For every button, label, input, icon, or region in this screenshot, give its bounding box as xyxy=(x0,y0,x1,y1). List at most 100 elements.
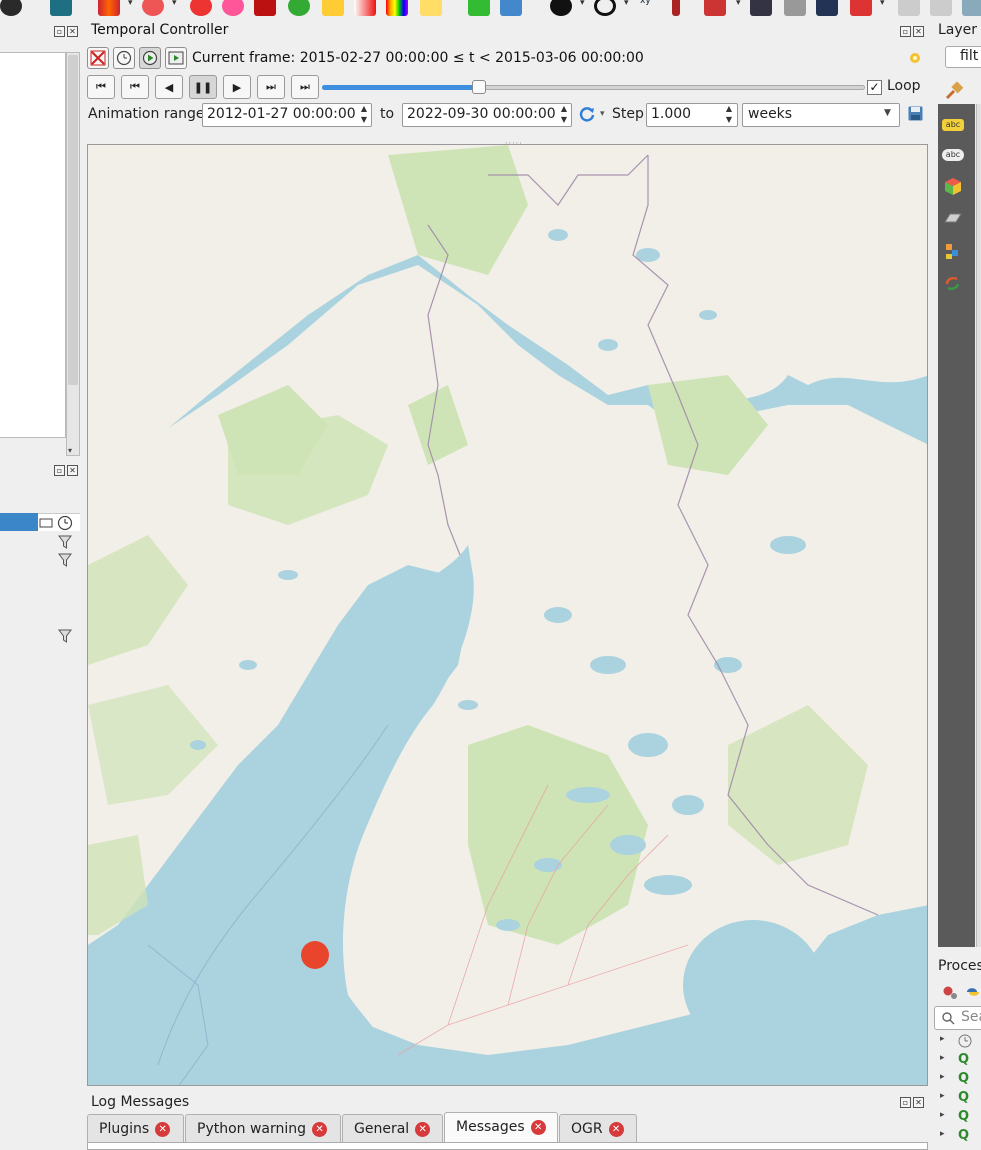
next-frame-button[interactable]: ⏭ xyxy=(257,75,285,99)
play-forward-button[interactable]: ▶ xyxy=(223,75,251,99)
chevron-down-icon[interactable]: ▾ xyxy=(172,0,177,8)
tab-python-warning[interactable]: Python warning ✕ xyxy=(185,1114,341,1142)
shapes-icon[interactable] xyxy=(500,0,522,16)
label-abc-icon[interactable]: abc xyxy=(942,114,964,136)
tab-general[interactable]: General ✕ xyxy=(342,1114,443,1142)
3d-cube-icon[interactable] xyxy=(942,176,964,198)
range-start-spinner[interactable]: ▲ ▼ xyxy=(357,103,371,127)
close-icon[interactable]: ✕ xyxy=(608,1122,624,1137)
scrollbar[interactable] xyxy=(976,104,981,947)
flower-icon[interactable] xyxy=(142,0,164,16)
python-icon[interactable] xyxy=(965,983,981,1001)
chevron-down-icon[interactable]: ▼ xyxy=(884,108,891,118)
float-icon[interactable]: ▫ xyxy=(900,1097,911,1108)
fixed-range-button[interactable] xyxy=(113,47,135,69)
map-canvas[interactable] xyxy=(87,144,928,1086)
paintbrush-icon[interactable] xyxy=(943,80,965,100)
flower-icon[interactable] xyxy=(222,0,244,16)
xy-icon[interactable]: xy xyxy=(640,0,662,16)
flower-icon[interactable] xyxy=(190,0,212,16)
close-icon[interactable]: ✕ xyxy=(155,1122,171,1137)
float-icon[interactable]: ▫ xyxy=(54,465,65,476)
float-icon[interactable]: ▫ xyxy=(900,26,911,37)
rainbow-icon[interactable] xyxy=(386,0,408,16)
close-icon[interactable]: ✕ xyxy=(415,1122,431,1137)
range-end-field[interactable]: 2022-09-30 00:00:00 xyxy=(402,103,572,127)
tree-expander[interactable]: ▸ xyxy=(940,1072,945,1090)
refresh-icon[interactable] xyxy=(578,105,596,123)
bus-icon[interactable] xyxy=(50,0,72,16)
previous-frame-button[interactable]: ⏮ xyxy=(121,75,149,99)
tree-expander[interactable]: ▸ xyxy=(940,1129,945,1147)
tab-plugins[interactable]: Plugins ✕ xyxy=(87,1114,184,1142)
layer-filter-input[interactable]: filt xyxy=(945,46,981,68)
tree-expander[interactable]: ▸ xyxy=(940,1091,945,1109)
float-icon[interactable]: ▫ xyxy=(54,26,65,37)
fast-forward-button[interactable]: ⏭ xyxy=(291,75,319,99)
edit-icon[interactable] xyxy=(930,0,952,16)
selected-layer-row[interactable] xyxy=(0,513,38,531)
save-icon[interactable] xyxy=(908,106,923,121)
chevron-down-icon[interactable]: ▾ xyxy=(736,0,741,8)
tree-expander[interactable]: ▸ xyxy=(940,1053,945,1071)
gradient-icon[interactable] xyxy=(354,0,376,16)
network-icon[interactable] xyxy=(816,0,838,16)
chevron-down-icon[interactable]: ▾ xyxy=(580,0,585,8)
mask-icon[interactable] xyxy=(942,208,964,230)
circle-icon[interactable] xyxy=(550,0,572,16)
label-abc-icon[interactable]: abc xyxy=(942,144,964,166)
scrollbar-thumb[interactable] xyxy=(68,55,78,385)
node-tool-icon[interactable] xyxy=(704,0,726,16)
range-start-field[interactable]: 2012-01-27 00:00:00 xyxy=(202,103,372,127)
filter-icon[interactable] xyxy=(58,629,72,643)
close-icon[interactable]: ✕ xyxy=(530,1120,546,1135)
log-message-area[interactable] xyxy=(87,1142,928,1150)
close-icon[interactable]: ✕ xyxy=(312,1122,328,1137)
globe-icon[interactable] xyxy=(0,0,22,16)
picture-icon[interactable] xyxy=(420,0,442,16)
timeline-slider-handle[interactable] xyxy=(472,80,486,94)
measure-icon[interactable] xyxy=(784,0,806,16)
identify-icon[interactable] xyxy=(850,0,872,16)
diagram-icon[interactable] xyxy=(942,240,964,262)
filter-icon[interactable] xyxy=(58,535,72,549)
gears-icon[interactable] xyxy=(941,983,959,1001)
color-ramp-icon[interactable] xyxy=(98,0,120,16)
close-icon[interactable]: ✕ xyxy=(913,1097,924,1108)
edit-icon[interactable] xyxy=(898,0,920,16)
scroll-down-icon[interactable]: ▾ xyxy=(68,446,72,455)
filter-icon[interactable] xyxy=(58,553,72,567)
layer-tree-panel[interactable] xyxy=(0,52,66,438)
play-backward-button[interactable]: ◀ xyxy=(155,75,183,99)
sun-icon[interactable] xyxy=(907,50,923,66)
chevron-down-icon[interactable]: ▾ xyxy=(600,109,605,119)
rewind-to-start-button[interactable]: ⏮ xyxy=(87,75,115,99)
temporal-clock-icon[interactable] xyxy=(38,514,80,532)
animated-mode-button[interactable] xyxy=(139,47,161,69)
magnifier-icon[interactable] xyxy=(468,0,490,16)
chevron-down-icon[interactable]: ▾ xyxy=(128,0,133,8)
loop-checkbox[interactable]: ✓ xyxy=(867,80,882,95)
close-icon[interactable]: ✕ xyxy=(913,26,924,37)
movie-mode-button[interactable] xyxy=(165,47,187,69)
history-arrow-icon[interactable] xyxy=(942,272,964,294)
close-icon[interactable]: ✕ xyxy=(67,26,78,37)
chevron-down-icon[interactable]: ▾ xyxy=(624,0,629,8)
tab-messages[interactable]: Messages ✕ xyxy=(444,1112,558,1142)
scrollbar[interactable]: ▾ xyxy=(66,52,80,456)
tree-expander[interactable]: ▸ xyxy=(940,1110,945,1128)
tree-expander[interactable]: ▸ xyxy=(940,1034,945,1052)
range-end-spinner[interactable]: ▲ ▼ xyxy=(557,103,571,127)
tab-ogr[interactable]: OGR ✕ xyxy=(559,1114,637,1142)
network-icon[interactable] xyxy=(750,0,772,16)
chevron-down-icon[interactable]: ▾ xyxy=(880,0,885,8)
fixed-range-off-button[interactable] xyxy=(87,47,109,69)
symbol-icon[interactable] xyxy=(322,0,344,16)
step-unit-select[interactable]: weeks xyxy=(742,103,900,127)
heatmap-icon[interactable] xyxy=(254,0,276,16)
pause-button[interactable]: ❚❚ xyxy=(189,75,217,99)
symbol-icon[interactable] xyxy=(288,0,310,16)
crosshair-icon[interactable] xyxy=(594,0,616,16)
digitize-icon[interactable] xyxy=(672,0,680,16)
step-spinner[interactable]: ▲ ▼ xyxy=(722,103,736,127)
